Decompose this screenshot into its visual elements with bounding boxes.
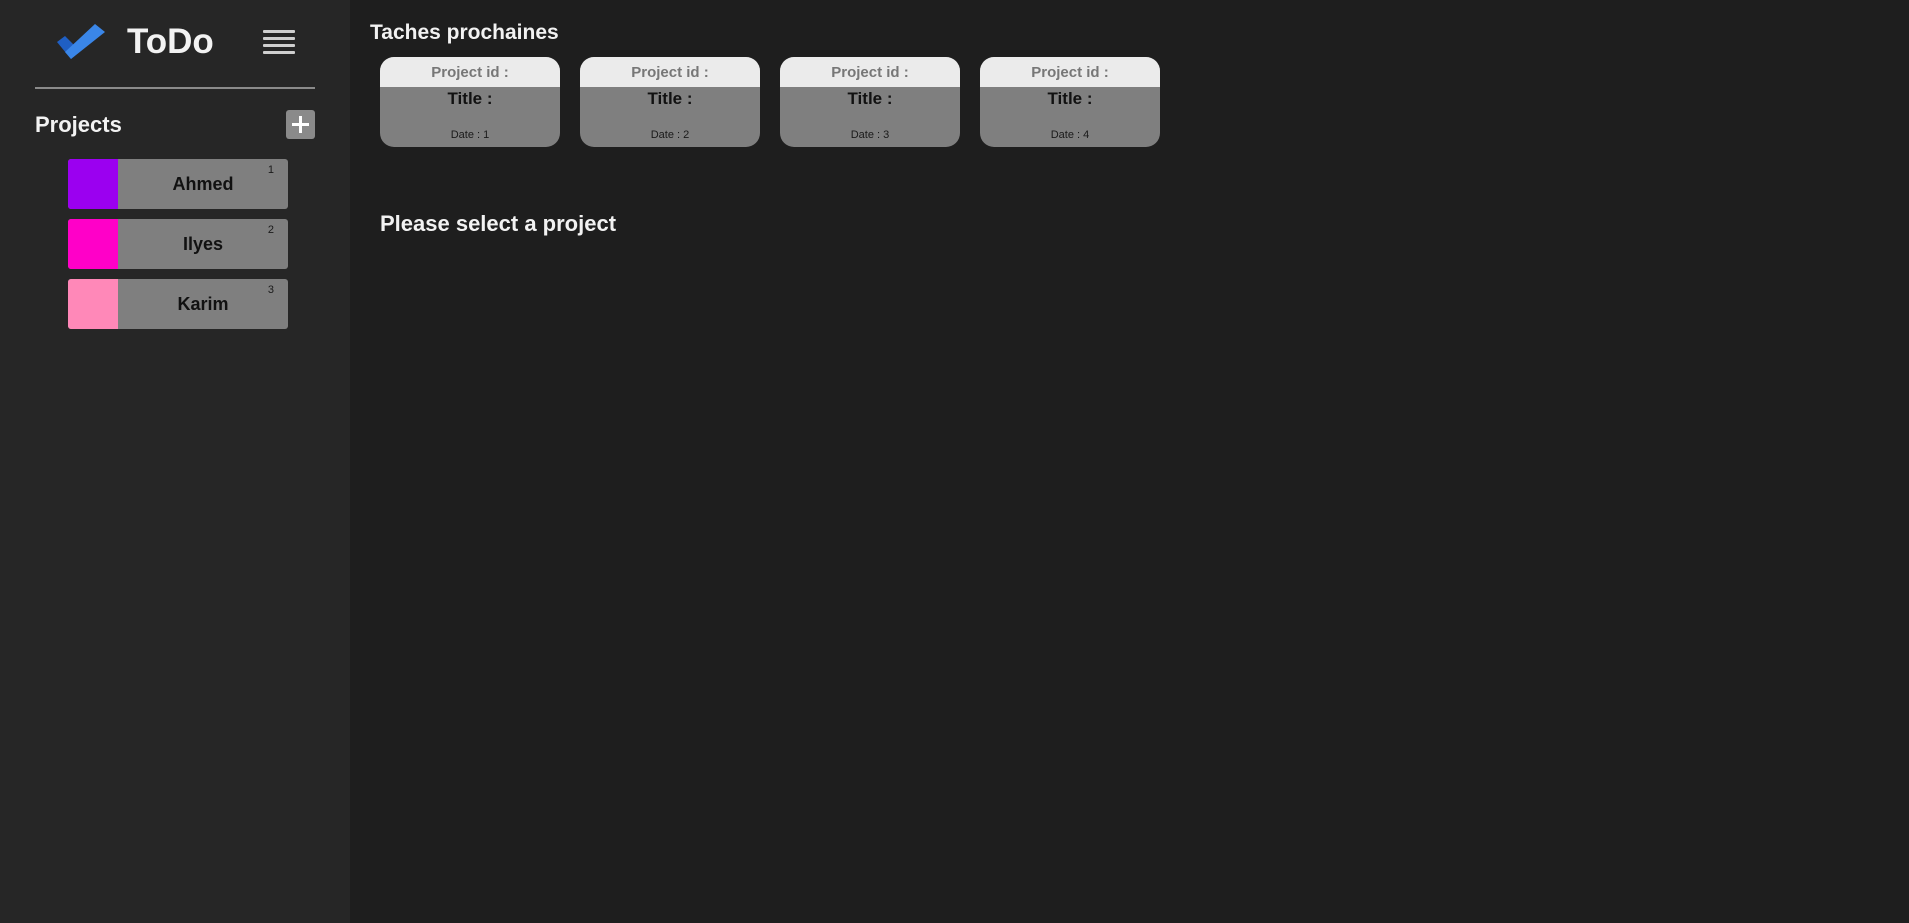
task-card[interactable]: Project id : Title : Date : 1 [380,57,560,147]
project-name: Ilyes [182,233,224,254]
task-card[interactable]: Project id : Title : Date : 3 [780,57,960,147]
project-color-swatch [68,219,118,269]
task-date: Date : 4 [1050,129,1090,141]
project-count: 3 [267,284,274,296]
menu-bar [263,30,295,33]
brand: ToDo [55,22,214,62]
task-title: Title : [447,89,493,108]
task-title: Title : [647,89,693,108]
task-date: Date : 2 [650,129,690,141]
task-card[interactable]: Project id : Title : Date : 2 [580,57,760,147]
add-project-button[interactable] [286,110,315,139]
task-project-id: Project id : [380,57,560,87]
project-name: Ahmed [172,173,234,194]
task-card[interactable]: Project id : Title : Date : 4 [980,57,1160,147]
project-item[interactable]: Ilyes 2 [68,219,288,269]
sidebar: ToDo Projects Ahmed 1 Ilyes 2 Karim 3 [0,0,350,923]
menu-bar [263,37,295,40]
task-project-id: Project id : [780,57,960,87]
project-item[interactable]: Ahmed 1 [68,159,288,209]
menu-bar [263,51,295,54]
projects-heading: Projects [35,112,122,137]
task-title: Title : [847,89,893,108]
checkmark-logo-icon [57,24,105,59]
app-title: ToDo [127,22,214,61]
project-color-swatch [68,159,118,209]
task-card-list: Project id : Title : Date : 1 Project id… [380,57,1180,147]
hamburger-menu-icon[interactable] [263,30,295,54]
project-name: Karim [177,293,229,314]
project-item[interactable]: Karim 3 [68,279,288,329]
task-title: Title : [1047,89,1093,108]
select-project-message: Please select a project [380,211,617,236]
menu-bar [263,44,295,47]
task-date: Date : 1 [450,129,490,141]
upcoming-tasks-title: Taches prochaines [370,21,559,44]
task-project-id: Project id : [980,57,1160,87]
project-count: 2 [267,224,274,236]
app-root: ToDo Projects Ahmed 1 Ilyes 2 Karim 3 Ta… [0,0,1909,923]
task-project-id: Project id : [580,57,760,87]
task-date: Date : 3 [850,129,890,141]
sidebar-divider [35,87,315,89]
project-color-swatch [68,279,118,329]
project-count: 1 [267,164,274,176]
main-content: Taches prochaines Project id : Title : D… [350,0,1909,923]
project-list: Ahmed 1 Ilyes 2 Karim 3 [68,159,288,339]
